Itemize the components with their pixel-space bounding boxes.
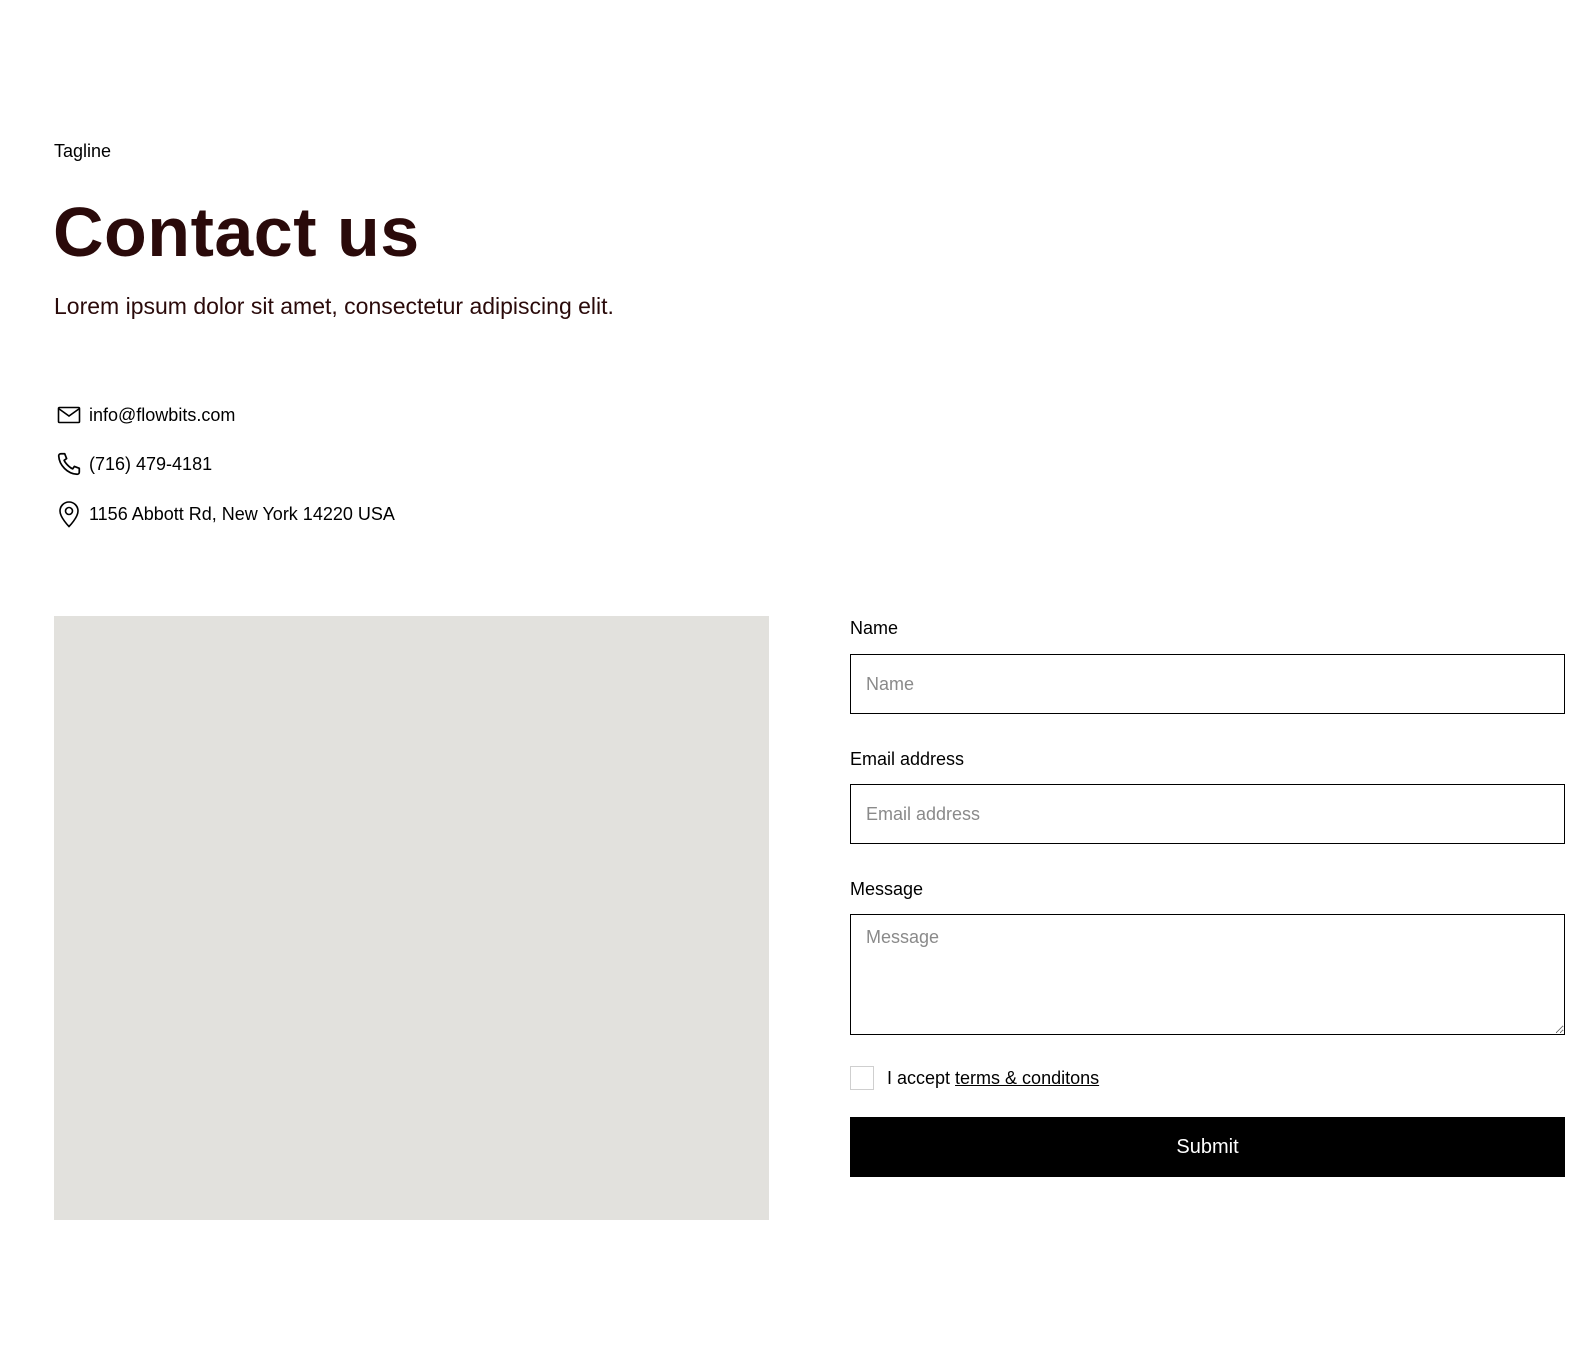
terms-label: I accept terms & conditons xyxy=(887,1067,1099,1089)
tagline: Tagline xyxy=(54,141,112,161)
contact-address-text: 1156 Abbott Rd, New York 14220 USA xyxy=(89,504,395,524)
image-placeholder xyxy=(54,616,769,1220)
terms-row: I accept terms & conditons xyxy=(850,1065,1099,1091)
terms-checkbox[interactable] xyxy=(850,1066,874,1090)
terms-prefix: I accept xyxy=(887,1068,956,1088)
terms-link[interactable]: terms & conditons xyxy=(955,1068,1099,1088)
mail-icon xyxy=(55,401,83,429)
contact-phone[interactable]: (716) 479-4181 xyxy=(55,449,212,479)
email-label: Email address xyxy=(850,749,965,769)
message-textarea[interactable] xyxy=(850,914,1565,1035)
name-label: Name xyxy=(850,618,899,638)
contact-email-text: info@flowbits.com xyxy=(89,405,236,425)
page-title: Contact us xyxy=(53,193,420,271)
email-input[interactable] xyxy=(850,784,1565,844)
contact-email[interactable]: info@flowbits.com xyxy=(55,400,235,430)
contact-phone-text: (716) 479-4181 xyxy=(89,454,213,474)
phone-icon xyxy=(55,450,83,478)
map-pin-icon xyxy=(55,500,83,528)
page-subtitle: Lorem ipsum dolor sit amet, consectetur … xyxy=(54,293,614,319)
name-input[interactable] xyxy=(850,654,1565,714)
submit-button[interactable]: Submit xyxy=(850,1117,1565,1177)
message-label: Message xyxy=(850,879,924,899)
contact-address[interactable]: 1156 Abbott Rd, New York 14220 USA xyxy=(55,499,395,529)
